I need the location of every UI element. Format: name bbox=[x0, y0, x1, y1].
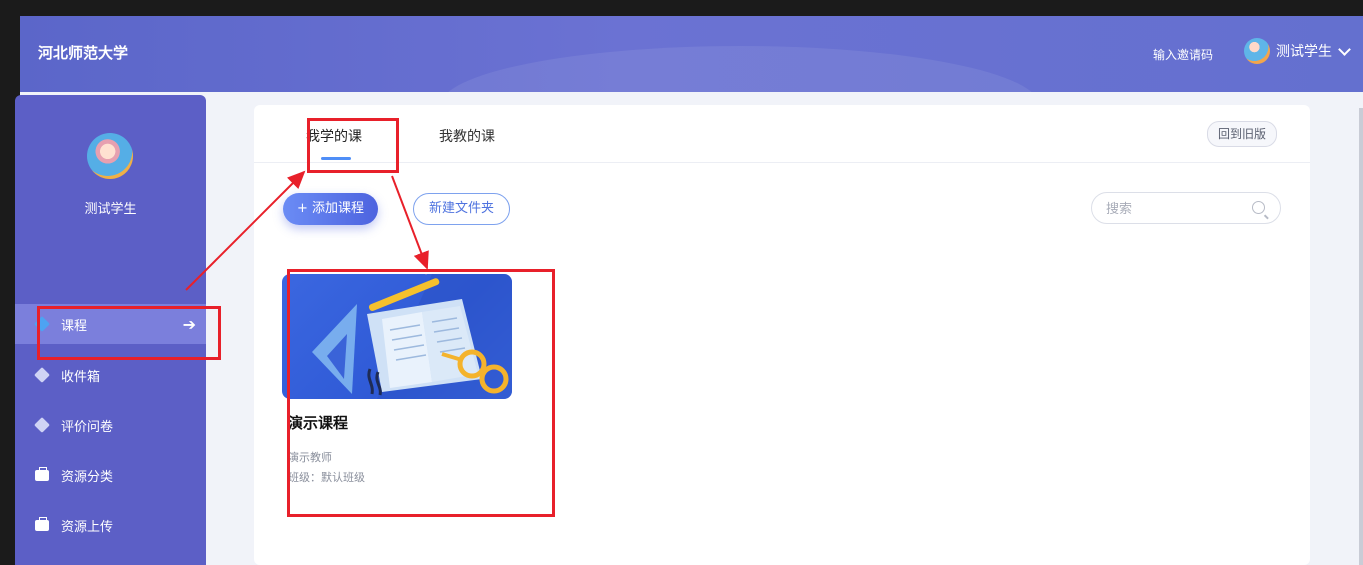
tab-my-learning[interactable]: 我学的课 bbox=[306, 126, 362, 146]
sidebar-item-label: 评价问卷 bbox=[61, 419, 114, 435]
sidebar-item-label: 资源上传 bbox=[61, 519, 114, 535]
new-folder-button[interactable]: 新建文件夹 bbox=[413, 193, 511, 225]
course-class: 班级：默认班级 bbox=[288, 471, 365, 484]
sidebar: 测试学生 课程 ➔ 收件箱 评价问卷 资源分类 资源上传 bbox=[15, 95, 206, 565]
sidebar-item-resource-upload[interactable]: 资源上传 bbox=[15, 505, 206, 545]
search-icon[interactable] bbox=[1252, 201, 1265, 214]
course-card[interactable]: 演示课程 演示教师 班级：默认班级 bbox=[282, 274, 512, 492]
course-cover-image bbox=[282, 274, 512, 399]
sidebar-item-label: 课程 bbox=[61, 318, 88, 334]
arrow-right-icon: ➔ bbox=[182, 315, 196, 334]
briefcase-icon bbox=[35, 466, 49, 481]
avatar bbox=[1244, 38, 1270, 64]
add-course-button[interactable]: + 添加课程 bbox=[283, 193, 379, 225]
course-title: 演示课程 bbox=[288, 414, 349, 432]
cube-icon bbox=[34, 367, 50, 383]
sidebar-item-resource-category[interactable]: 资源分类 bbox=[15, 455, 206, 495]
course-teacher: 演示教师 bbox=[288, 451, 332, 464]
cube-icon bbox=[34, 316, 50, 332]
cube-icon bbox=[34, 417, 50, 433]
tab-bar: 我学的课 我教的课 回到旧版 bbox=[254, 105, 1310, 163]
sidebar-item-courses[interactable]: 课程 ➔ bbox=[15, 304, 206, 344]
sidebar-item-inbox[interactable]: 收件箱 bbox=[15, 355, 206, 395]
sidebar-item-survey[interactable]: 评价问卷 bbox=[15, 405, 206, 445]
tab-indicator bbox=[321, 157, 351, 160]
search-input[interactable] bbox=[1104, 193, 1248, 225]
user-name: 测试学生 bbox=[1276, 44, 1332, 60]
scrollbar[interactable] bbox=[1359, 108, 1363, 565]
sidebar-item-label: 资源分类 bbox=[61, 469, 114, 485]
chevron-down-icon bbox=[1338, 42, 1351, 56]
tab-my-teaching[interactable]: 我教的课 bbox=[439, 126, 495, 146]
user-menu[interactable]: 测试学生 bbox=[1244, 38, 1351, 64]
briefcase-icon bbox=[35, 516, 49, 531]
brand-name: 河北师范大学 bbox=[38, 44, 129, 62]
top-bar: 河北师范大学 输入邀请码 测试学生 bbox=[20, 16, 1363, 92]
search-box bbox=[1091, 192, 1281, 225]
sidebar-user-name: 测试学生 bbox=[84, 202, 137, 217]
invite-code-link[interactable]: 输入邀请码 bbox=[1153, 46, 1213, 63]
back-to-old-version-button[interactable]: 回到旧版 bbox=[1206, 121, 1277, 147]
sidebar-item-label: 收件箱 bbox=[61, 369, 101, 385]
avatar bbox=[87, 133, 133, 179]
main-panel: 我学的课 我教的课 回到旧版 + 添加课程 新建文件夹 搜索 演示课程 演示教师… bbox=[254, 105, 1310, 565]
